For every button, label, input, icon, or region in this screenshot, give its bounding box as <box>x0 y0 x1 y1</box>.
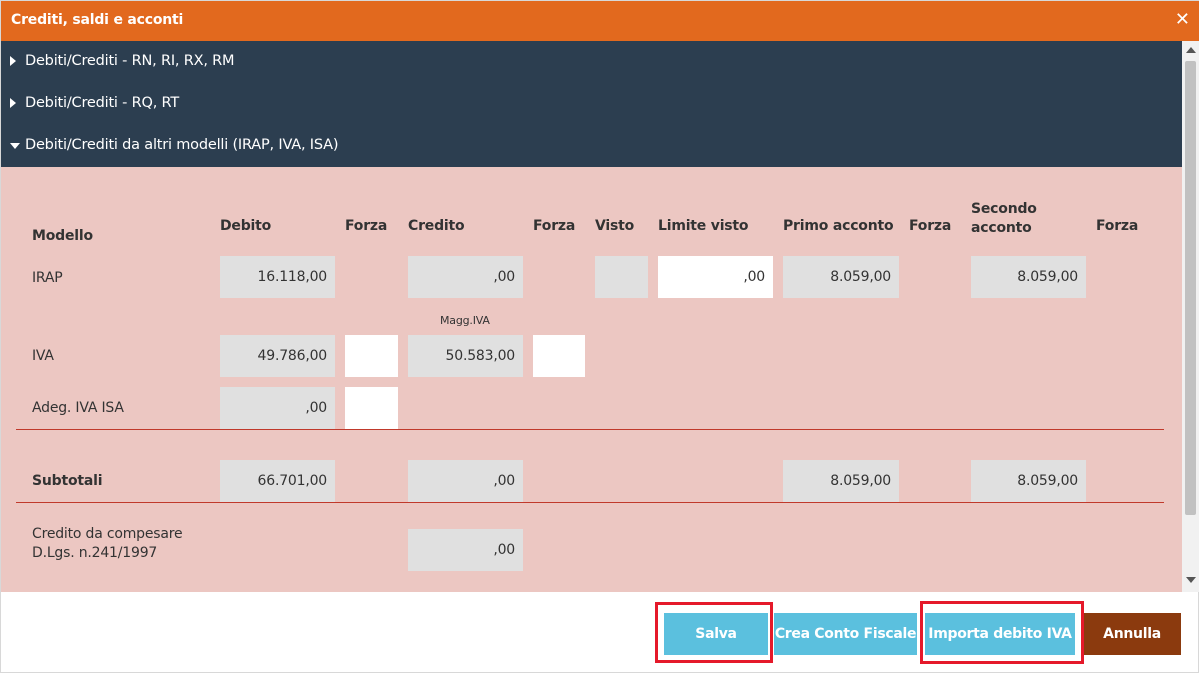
crea-conto-fiscale-button[interactable]: Crea Conto Fiscale <box>774 613 917 655</box>
header-limite-visto: Limite visto <box>658 218 749 234</box>
irap-secondo-acconto-field: 8.059,00 <box>971 256 1086 298</box>
iva-forza-debito-input[interactable] <box>345 335 398 377</box>
section-label: Debiti/Crediti da altri modelli (IRAP, I… <box>25 137 339 153</box>
magg-iva-label: Magg.IVA <box>440 314 490 327</box>
row-label-iva: IVA <box>32 348 54 364</box>
row-label-dlgs: D.Lgs. n.241/1997 <box>32 545 158 561</box>
highlight-box-salva <box>655 602 773 663</box>
row-label-irap: IRAP <box>32 270 63 286</box>
irap-primo-acconto-field: 8.059,00 <box>783 256 899 298</box>
header-forza-secondo: Forza <box>1096 218 1139 234</box>
header-forza-primo: Forza <box>909 218 952 234</box>
subtotali-debito-field: 66.701,00 <box>220 460 335 502</box>
highlight-box-importa <box>920 601 1084 664</box>
scroll-up-icon[interactable] <box>1186 47 1196 53</box>
row-label-adeg-iva-isa: Adeg. IVA ISA <box>32 400 124 416</box>
header-primo-acconto: Primo acconto <box>783 218 894 234</box>
caret-right-icon <box>10 98 16 108</box>
iva-credito-field: 50.583,00 <box>408 335 523 377</box>
iva-debito-field: 49.786,00 <box>220 335 335 377</box>
credito-compensare-field: ,00 <box>408 529 523 571</box>
subtotali-secondo-acconto-field: 8.059,00 <box>971 460 1086 502</box>
header-debito: Debito <box>220 218 272 234</box>
header-forza-debito: Forza <box>345 218 388 234</box>
row-label-subtotali: Subtotali <box>32 473 103 489</box>
adeg-debito-field: ,00 <box>220 387 335 429</box>
section-label: Debiti/Crediti - RQ, RT <box>25 95 179 111</box>
row-divider <box>16 502 1164 503</box>
subtotali-credito-field: ,00 <box>408 460 523 502</box>
dialog-content: Debiti/Crediti - RN, RI, RX, RM Debiti/C… <box>1 41 1182 592</box>
row-divider <box>16 429 1164 430</box>
annulla-button[interactable]: Annulla <box>1083 613 1181 655</box>
section-altri-modelli[interactable]: Debiti/Crediti da altri modelli (IRAP, I… <box>1 125 1182 167</box>
header-modello: Modello <box>32 228 93 244</box>
dialog-titlebar: Crediti, saldi e acconti ✕ <box>1 1 1199 41</box>
section-rn-ri-rx-rm[interactable]: Debiti/Crediti - RN, RI, RX, RM <box>1 41 1182 83</box>
section-label: Debiti/Crediti - RN, RI, RX, RM <box>25 53 235 69</box>
irap-limite-visto-input[interactable]: ,00 <box>658 256 773 298</box>
header-credito: Credito <box>408 218 465 234</box>
caret-down-icon <box>10 143 20 149</box>
subtotali-primo-acconto-field: 8.059,00 <box>783 460 899 502</box>
close-icon[interactable]: ✕ <box>1175 10 1190 30</box>
header-secondo-acconto: Secondo acconto <box>971 201 1037 236</box>
header-forza-credito: Forza <box>533 218 576 234</box>
irap-credito-field: ,00 <box>408 256 523 298</box>
dialog-title: Crediti, saldi e acconti <box>11 12 184 28</box>
scroll-down-icon[interactable] <box>1186 577 1196 583</box>
section-rq-rt[interactable]: Debiti/Crediti - RQ, RT <box>1 83 1182 125</box>
adeg-forza-input[interactable] <box>345 387 398 429</box>
iva-forza-credito-input[interactable] <box>533 335 585 377</box>
irap-debito-field: 16.118,00 <box>220 256 335 298</box>
scrollbar-thumb[interactable] <box>1185 61 1196 515</box>
caret-right-icon <box>10 56 16 66</box>
dialog: Crediti, saldi e acconti ✕ Debiti/Credit… <box>0 0 1199 673</box>
section-altri-modelli-panel: Modello Debito Forza Credito Forza Visto… <box>1 167 1182 592</box>
irap-visto-field <box>595 256 648 298</box>
vertical-scrollbar[interactable] <box>1182 41 1199 592</box>
row-label-credito-compensare: Credito da compesare <box>32 526 183 542</box>
header-visto: Visto <box>595 218 635 234</box>
